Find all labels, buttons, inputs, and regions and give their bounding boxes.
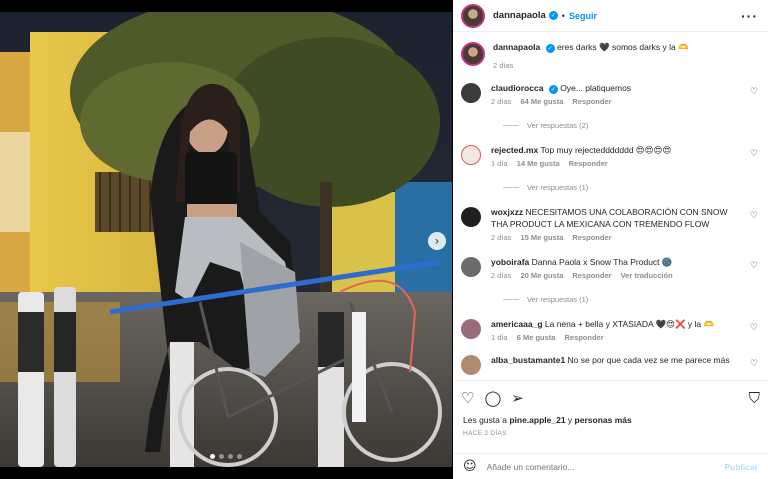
comment-username[interactable]: alba_bustamante1 (491, 355, 565, 365)
heart-icon[interactable]: ♡ (750, 149, 758, 159)
comment-likes[interactable]: 20 Me gusta (520, 271, 563, 280)
post-comment-button[interactable]: Publicar (724, 462, 758, 472)
action-bar: ♡ ◯ ➢ ⛉ (453, 381, 768, 415)
reply-button[interactable]: Responder (564, 333, 603, 342)
avatar[interactable] (461, 3, 485, 28)
share-send-icon[interactable]: ➢ (511, 389, 524, 407)
instagram-post-dialog: › dannapaola ✓ • Seguir ··· dannapaola ✓… (0, 0, 768, 479)
likes-others-button[interactable]: personas más (575, 415, 632, 425)
comment-likes[interactable]: 64 Me gusta (520, 97, 563, 106)
comment-username[interactable]: claudiorocca (491, 83, 543, 93)
heart-icon[interactable]: ♡ (750, 261, 758, 271)
comment-likes[interactable]: 15 Me gusta (520, 233, 563, 242)
emoji-icon[interactable]: ☺ (463, 459, 477, 474)
heart-icon[interactable]: ♡ (750, 211, 758, 221)
post-photo[interactable]: › (0, 12, 452, 467)
likes-username[interactable]: pine.apple_21 (509, 415, 565, 425)
reply-button[interactable]: Responder (572, 233, 611, 242)
view-replies-button[interactable]: Ver respuestas (2) (503, 121, 760, 130)
caption-text: eres darks 🖤 somos darks y la 🫶 (556, 42, 689, 52)
add-comment-bar: ☺ Publicar (453, 453, 768, 479)
comment-bubble-icon[interactable]: ◯ (484, 389, 501, 407)
comment-time: 2 días (491, 233, 512, 242)
likes-prefix: Les gusta a (463, 415, 507, 425)
next-photo-button[interactable]: › (428, 232, 446, 250)
comment-item: americaaa_g La nena + bella y XTASIADA 🖤… (461, 318, 760, 342)
comment-item: yoboirafa Danna Paola x Snow Tha Product… (461, 256, 760, 280)
verified-badge-icon: ✓ (548, 85, 558, 94)
comment-likes[interactable]: 14 Me gusta (517, 159, 560, 168)
avatar[interactable] (461, 207, 481, 227)
view-replies-button[interactable]: Ver respuestas (1) (503, 295, 760, 304)
author-username[interactable]: dannapaola (493, 10, 546, 21)
verified-badge-icon: ✓ (548, 11, 558, 20)
comment-item: woxjxzz NECESITAMOS UNA COLABORACIÓN CON… (461, 206, 760, 242)
caption-username[interactable]: dannapaola (493, 42, 540, 52)
likes-summary: Les gusta a pine.apple_21 y personas más (453, 415, 768, 425)
avatar[interactable] (461, 355, 481, 375)
comment-item: claudiorocca ✓ Oye... platiquemos 2 días… (461, 82, 760, 106)
comment-time: 2 días (491, 97, 512, 106)
post-header: dannapaola ✓ • Seguir ··· (453, 0, 768, 32)
verified-badge-icon: ✓ (545, 44, 555, 53)
see-translation-button[interactable]: Ver traducción (621, 271, 673, 280)
post-timestamp: HACE 2 DÍAS (463, 430, 507, 437)
avatar[interactable] (461, 257, 481, 277)
post-footer: ♡ ◯ ➢ ⛉ Les gusta a pine.apple_21 y pers… (453, 380, 768, 437)
avatar[interactable] (461, 319, 481, 339)
separator-dot: • (561, 10, 565, 21)
comment-item: rejected.mx Top muy rejecteddddddd 😍😍😍😍 … (461, 144, 760, 168)
carousel-dot (219, 454, 224, 459)
comment-time: 1 día (491, 333, 508, 342)
comment-time: 2 días (491, 271, 512, 280)
reply-button[interactable]: Responder (572, 271, 611, 280)
comment-username[interactable]: woxjxzz (491, 207, 523, 217)
caption-row: dannapaola ✓ eres darks 🖤 somos darks y … (461, 41, 760, 70)
heart-icon[interactable]: ♡ (750, 359, 758, 369)
comment-time: 1 día (491, 159, 508, 168)
comment-text: NECESITAMOS UNA COLABORACIÓN CON SNOW TH… (491, 207, 728, 229)
comment-username[interactable]: rejected.mx (491, 145, 538, 155)
comment-item: alba_bustamante1 No se por que cada vez … (461, 354, 760, 375)
comment-text: Oye... platiquemos (560, 83, 632, 93)
comment-username[interactable]: americaaa_g (491, 319, 543, 329)
avatar[interactable] (461, 83, 481, 103)
reply-button[interactable]: Responder (569, 159, 608, 168)
divider (503, 299, 519, 300)
comment-input[interactable] (486, 461, 725, 472)
comment-username[interactable]: yoboirafa (491, 257, 529, 267)
comment-text: La nena + bella y XTASIADA 🖤😍❌ y la 🫶 (544, 319, 715, 329)
follow-button[interactable]: Seguir (569, 11, 597, 21)
like-heart-icon[interactable]: ♡ (461, 389, 474, 407)
post-details-panel: dannapaola ✓ • Seguir ··· dannapaola ✓ e… (453, 0, 768, 479)
divider (503, 125, 519, 126)
avatar[interactable] (461, 145, 481, 165)
carousel-indicator (0, 454, 452, 459)
comment-text: Danna Paola x Snow Tha Product 🌚 (531, 257, 673, 267)
photo-illustration (0, 12, 452, 467)
chevron-right-icon: › (434, 234, 440, 248)
view-replies-label: Ver respuestas (1) (527, 183, 589, 192)
comment-text: No se por que cada vez se me parece más (567, 355, 730, 365)
more-options-icon[interactable]: ··· (741, 8, 758, 24)
likes-suffix: y (567, 415, 573, 425)
save-bookmark-icon[interactable]: ⛉ (749, 389, 760, 407)
comments-list[interactable]: dannapaola ✓ eres darks 🖤 somos darks y … (453, 33, 768, 380)
divider (503, 187, 519, 188)
view-replies-label: Ver respuestas (2) (527, 121, 589, 130)
comment-likes[interactable]: 6 Me gusta (517, 333, 556, 342)
carousel-dot (210, 454, 215, 459)
carousel-dot (228, 454, 233, 459)
view-replies-label: Ver respuestas (1) (527, 295, 589, 304)
heart-icon[interactable]: ♡ (750, 87, 758, 97)
comment-text: Top muy rejecteddddddd 😍😍😍😍 (540, 145, 672, 155)
reply-button[interactable]: Responder (572, 97, 611, 106)
heart-icon[interactable]: ♡ (750, 323, 758, 333)
avatar[interactable] (461, 42, 485, 66)
view-replies-button[interactable]: Ver respuestas (1) (503, 183, 760, 192)
caption-time: 2 días (493, 61, 514, 70)
carousel-dot (237, 454, 242, 459)
